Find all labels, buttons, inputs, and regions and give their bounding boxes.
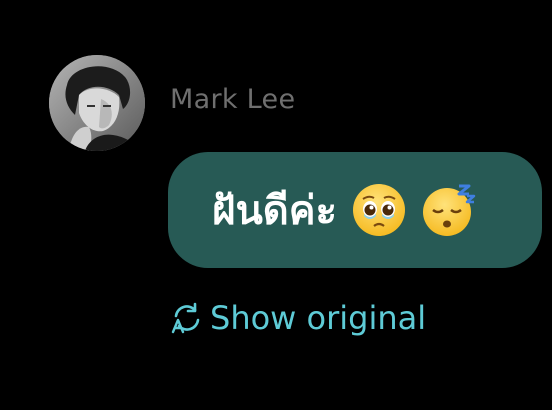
- avatar-photo: [49, 55, 145, 151]
- message-text: ฝันดีค่ะ: [212, 188, 337, 234]
- message-row: Mark Lee ฝันดีค่ะ Show original: [0, 0, 552, 410]
- translation-toggle[interactable]: Show original: [170, 298, 426, 338]
- show-original-link[interactable]: Show original: [210, 299, 426, 337]
- translate-refresh-icon: [170, 301, 204, 335]
- sender-name: Mark Lee: [170, 84, 296, 115]
- sleeping-face-emoji-icon: [421, 182, 477, 238]
- message-bubble[interactable]: ฝันดีค่ะ: [168, 152, 542, 268]
- pleading-face-emoji-icon: [351, 182, 407, 238]
- avatar[interactable]: [49, 55, 145, 151]
